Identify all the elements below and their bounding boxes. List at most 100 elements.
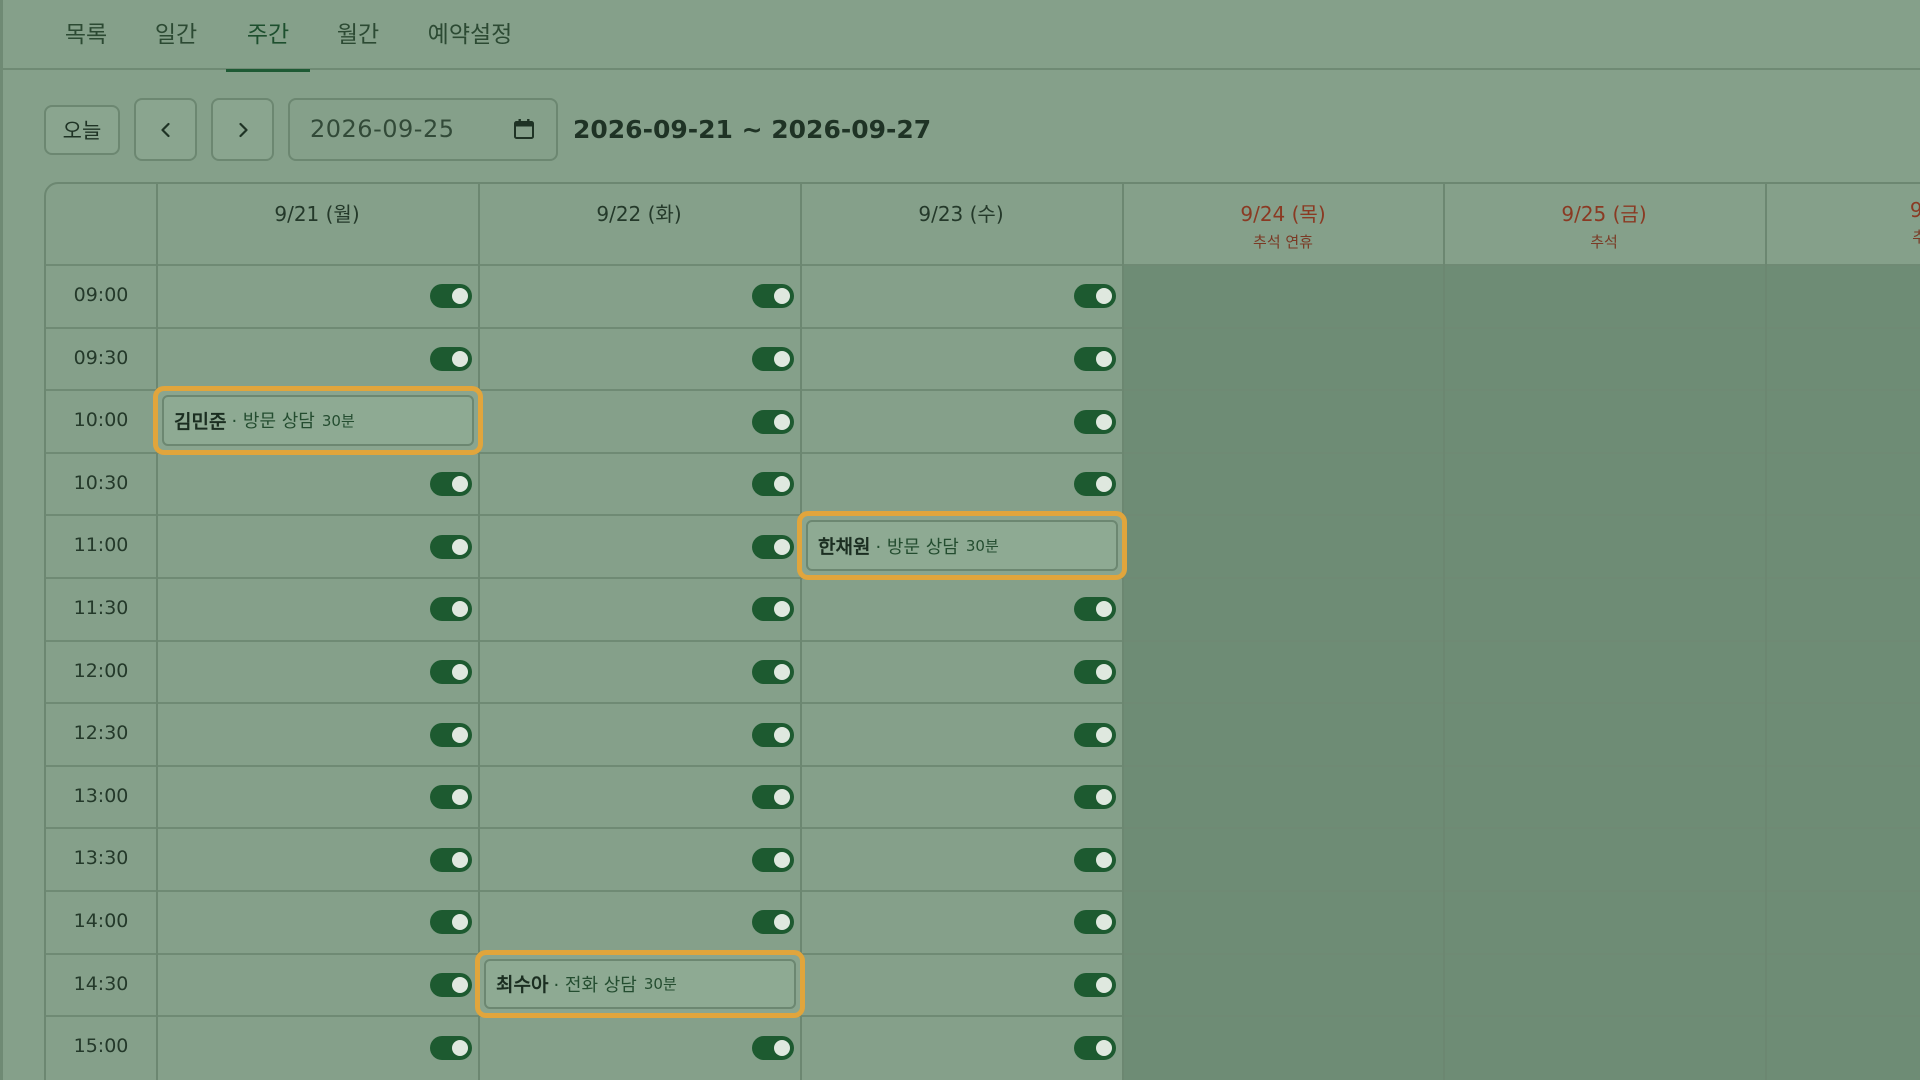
slot-availability-toggle[interactable] [430,910,472,935]
appointment-card[interactable]: 김민준 · 방문 상담 30분 [153,386,483,455]
appointment-duration: 30분 [321,411,355,430]
slot-availability-toggle[interactable] [430,284,472,309]
slot-availability-toggle[interactable] [430,346,472,371]
date-picker-value: 2026-09-25 [310,115,455,143]
tab-daily[interactable]: 일간 [154,0,198,70]
week-grid: 09:00 09:30 10:00 10:30 11:00 11:30 12:00 12:30… [44,182,1920,1080]
slot-availability-toggle[interactable] [1074,409,1116,434]
day-header: 9/25 (금) 추석 [1443,184,1765,262]
slot-availability-toggle[interactable] [1074,722,1116,747]
row-divider [46,827,1920,830]
appointment-card-body: 김민준 · 방문 상담 30분 [162,395,474,446]
slot-availability-toggle[interactable] [1074,847,1116,872]
column-divider [800,184,802,1080]
row-divider [46,264,1920,266]
day-header-date: 9/2 [1765,198,1920,222]
booking-week-view: 목록 일간 주간 월간 예약설정 오늘 2026-09-25 2026-09-2… [0,0,1920,1080]
slot-availability-toggle[interactable] [752,910,794,935]
today-button[interactable]: 오늘 [44,105,120,155]
time-label: 13:00 [73,784,129,807]
slot-availability-toggle[interactable] [752,597,794,622]
slot-availability-toggle[interactable] [430,597,472,622]
slot-availability-toggle[interactable] [752,785,794,810]
row-divider [46,326,1920,329]
tab-monthly[interactable]: 월간 [336,0,380,70]
slot-availability-toggle[interactable] [1074,597,1116,622]
time-label: 11:00 [73,534,129,557]
day-header: 9/2 추석 [1765,184,1920,262]
appointment-card[interactable]: 한채원 · 방문 상담 30분 [797,511,1127,580]
slot-availability-toggle[interactable] [430,847,472,872]
slot-availability-toggle[interactable] [752,722,794,747]
slot-availability-toggle[interactable] [1074,346,1116,371]
slot-availability-toggle[interactable] [430,722,472,747]
slot-availability-toggle[interactable] [752,1035,794,1060]
prev-week-button[interactable] [134,98,197,161]
slot-availability-toggle[interactable] [430,659,472,684]
slot-availability-toggle[interactable] [1074,785,1116,810]
slot-availability-toggle[interactable] [1074,1035,1116,1060]
day-header-date: 9/23 (수) [918,202,1004,226]
row-divider [46,764,1920,767]
calendar-icon[interactable] [512,117,536,141]
time-label: 09:00 [73,284,129,306]
tab-booking-settings[interactable]: 예약설정 [427,0,513,70]
slot-availability-toggle[interactable] [430,785,472,810]
row-divider [46,639,1920,642]
slot-availability-toggle[interactable] [752,409,794,434]
time-label: 09:30 [73,346,129,369]
slot-availability-toggle[interactable] [1074,284,1116,309]
slot-availability-toggle[interactable] [752,659,794,684]
slot-availability-toggle[interactable] [430,1035,472,1060]
day-header: 9/22 (화) [478,184,800,262]
time-label: 15:00 [73,1035,129,1058]
week-range-label: 2026-09-21 ~ 2026-09-27 [573,115,932,144]
row-divider [46,702,1920,705]
row-divider [46,890,1920,892]
time-label: 14:00 [73,910,129,932]
next-week-button[interactable] [211,98,274,161]
holiday-column-bg [1765,264,1920,1080]
slot-availability-toggle[interactable] [430,534,472,559]
holiday-column-bg [1122,264,1446,1080]
column-divider [156,184,158,1080]
chevron-left-icon [160,122,170,137]
slot-availability-toggle[interactable] [752,284,794,309]
appointment-type: · 방문 상담 [231,411,315,433]
column-divider [1122,184,1124,1080]
day-header-holiday-name: 추석 연휴 [1253,233,1313,251]
slot-availability-toggle[interactable] [1074,472,1116,497]
appointment-card[interactable]: 최수아 · 전화 상담 30분 [475,949,805,1019]
appointment-type: · 전화 상담 [553,974,637,996]
slot-availability-toggle[interactable] [752,472,794,497]
slot-availability-toggle[interactable] [1074,659,1116,684]
day-header-date: 9/21 (월) [274,202,360,226]
slot-availability-toggle[interactable] [430,972,472,997]
appointment-client-name: 한채원 [818,536,871,559]
column-divider [1443,184,1445,1080]
date-picker-field[interactable]: 2026-09-25 [288,98,558,161]
tab-weekly[interactable]: 주간 [226,0,310,72]
row-divider [46,952,1920,955]
time-label: 14:30 [73,972,129,995]
row-divider [46,1015,1920,1018]
tab-list[interactable]: 목록 [64,0,108,70]
day-header-date: 9/22 (화) [596,202,682,226]
slot-availability-toggle[interactable] [430,472,472,497]
slot-availability-toggle[interactable] [1074,972,1116,997]
slot-availability-toggle[interactable] [752,534,794,559]
time-label: 12:00 [73,659,129,682]
day-header-holiday-name: 추석 [1590,233,1618,251]
slot-availability-toggle[interactable] [1074,910,1116,935]
day-header: 9/23 (수) [800,184,1122,262]
view-tabs: 목록 일간 주간 월간 예약설정 [0,0,1920,72]
slot-availability-toggle[interactable] [752,847,794,872]
left-border [0,0,3,1080]
appointment-duration: 30분 [965,537,999,556]
time-label: 13:30 [73,847,129,870]
appointment-client-name: 김민준 [174,410,227,433]
appointment-card-body: 한채원 · 방문 상담 30분 [806,520,1118,571]
column-divider [478,184,480,1080]
slot-availability-toggle[interactable] [752,346,794,371]
column-divider [1765,184,1767,1080]
